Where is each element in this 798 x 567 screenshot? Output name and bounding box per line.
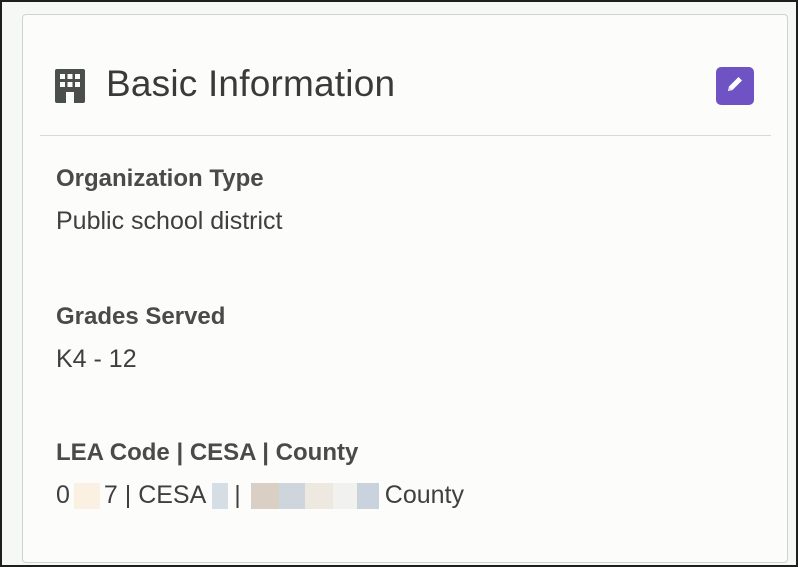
redacted-county-name [250, 482, 379, 509]
grades-served-label: Grades Served [56, 303, 226, 330]
building-icon [55, 69, 85, 103]
value-separator: | [234, 481, 241, 509]
lea-cesa-county-value: 0 7 | CESA | County [56, 481, 464, 510]
card-title: Basic Information [106, 63, 396, 104]
pencil-icon [725, 74, 745, 99]
redacted-lea-digits [73, 482, 100, 509]
lea-cesa-county-label: LEA Code | CESA | County [56, 439, 359, 466]
grades-served-value: K4 - 12 [56, 345, 137, 373]
organization-type-label: Organization Type [56, 165, 264, 192]
edit-button[interactable] [716, 67, 754, 105]
organization-type-value: Public school district [56, 207, 283, 235]
lea-code-suffix-cesa: 7 | CESA [103, 481, 207, 509]
lea-code-prefix: 0 [56, 481, 70, 509]
window-frame: Basic Information Organization Type Publ… [0, 0, 798, 567]
header-divider [40, 135, 771, 136]
basic-information-card: Basic Information Organization Type Publ… [22, 14, 788, 563]
county-suffix: County [384, 481, 464, 509]
redacted-cesa-number [212, 482, 229, 509]
card-header: Basic Information [23, 15, 787, 135]
